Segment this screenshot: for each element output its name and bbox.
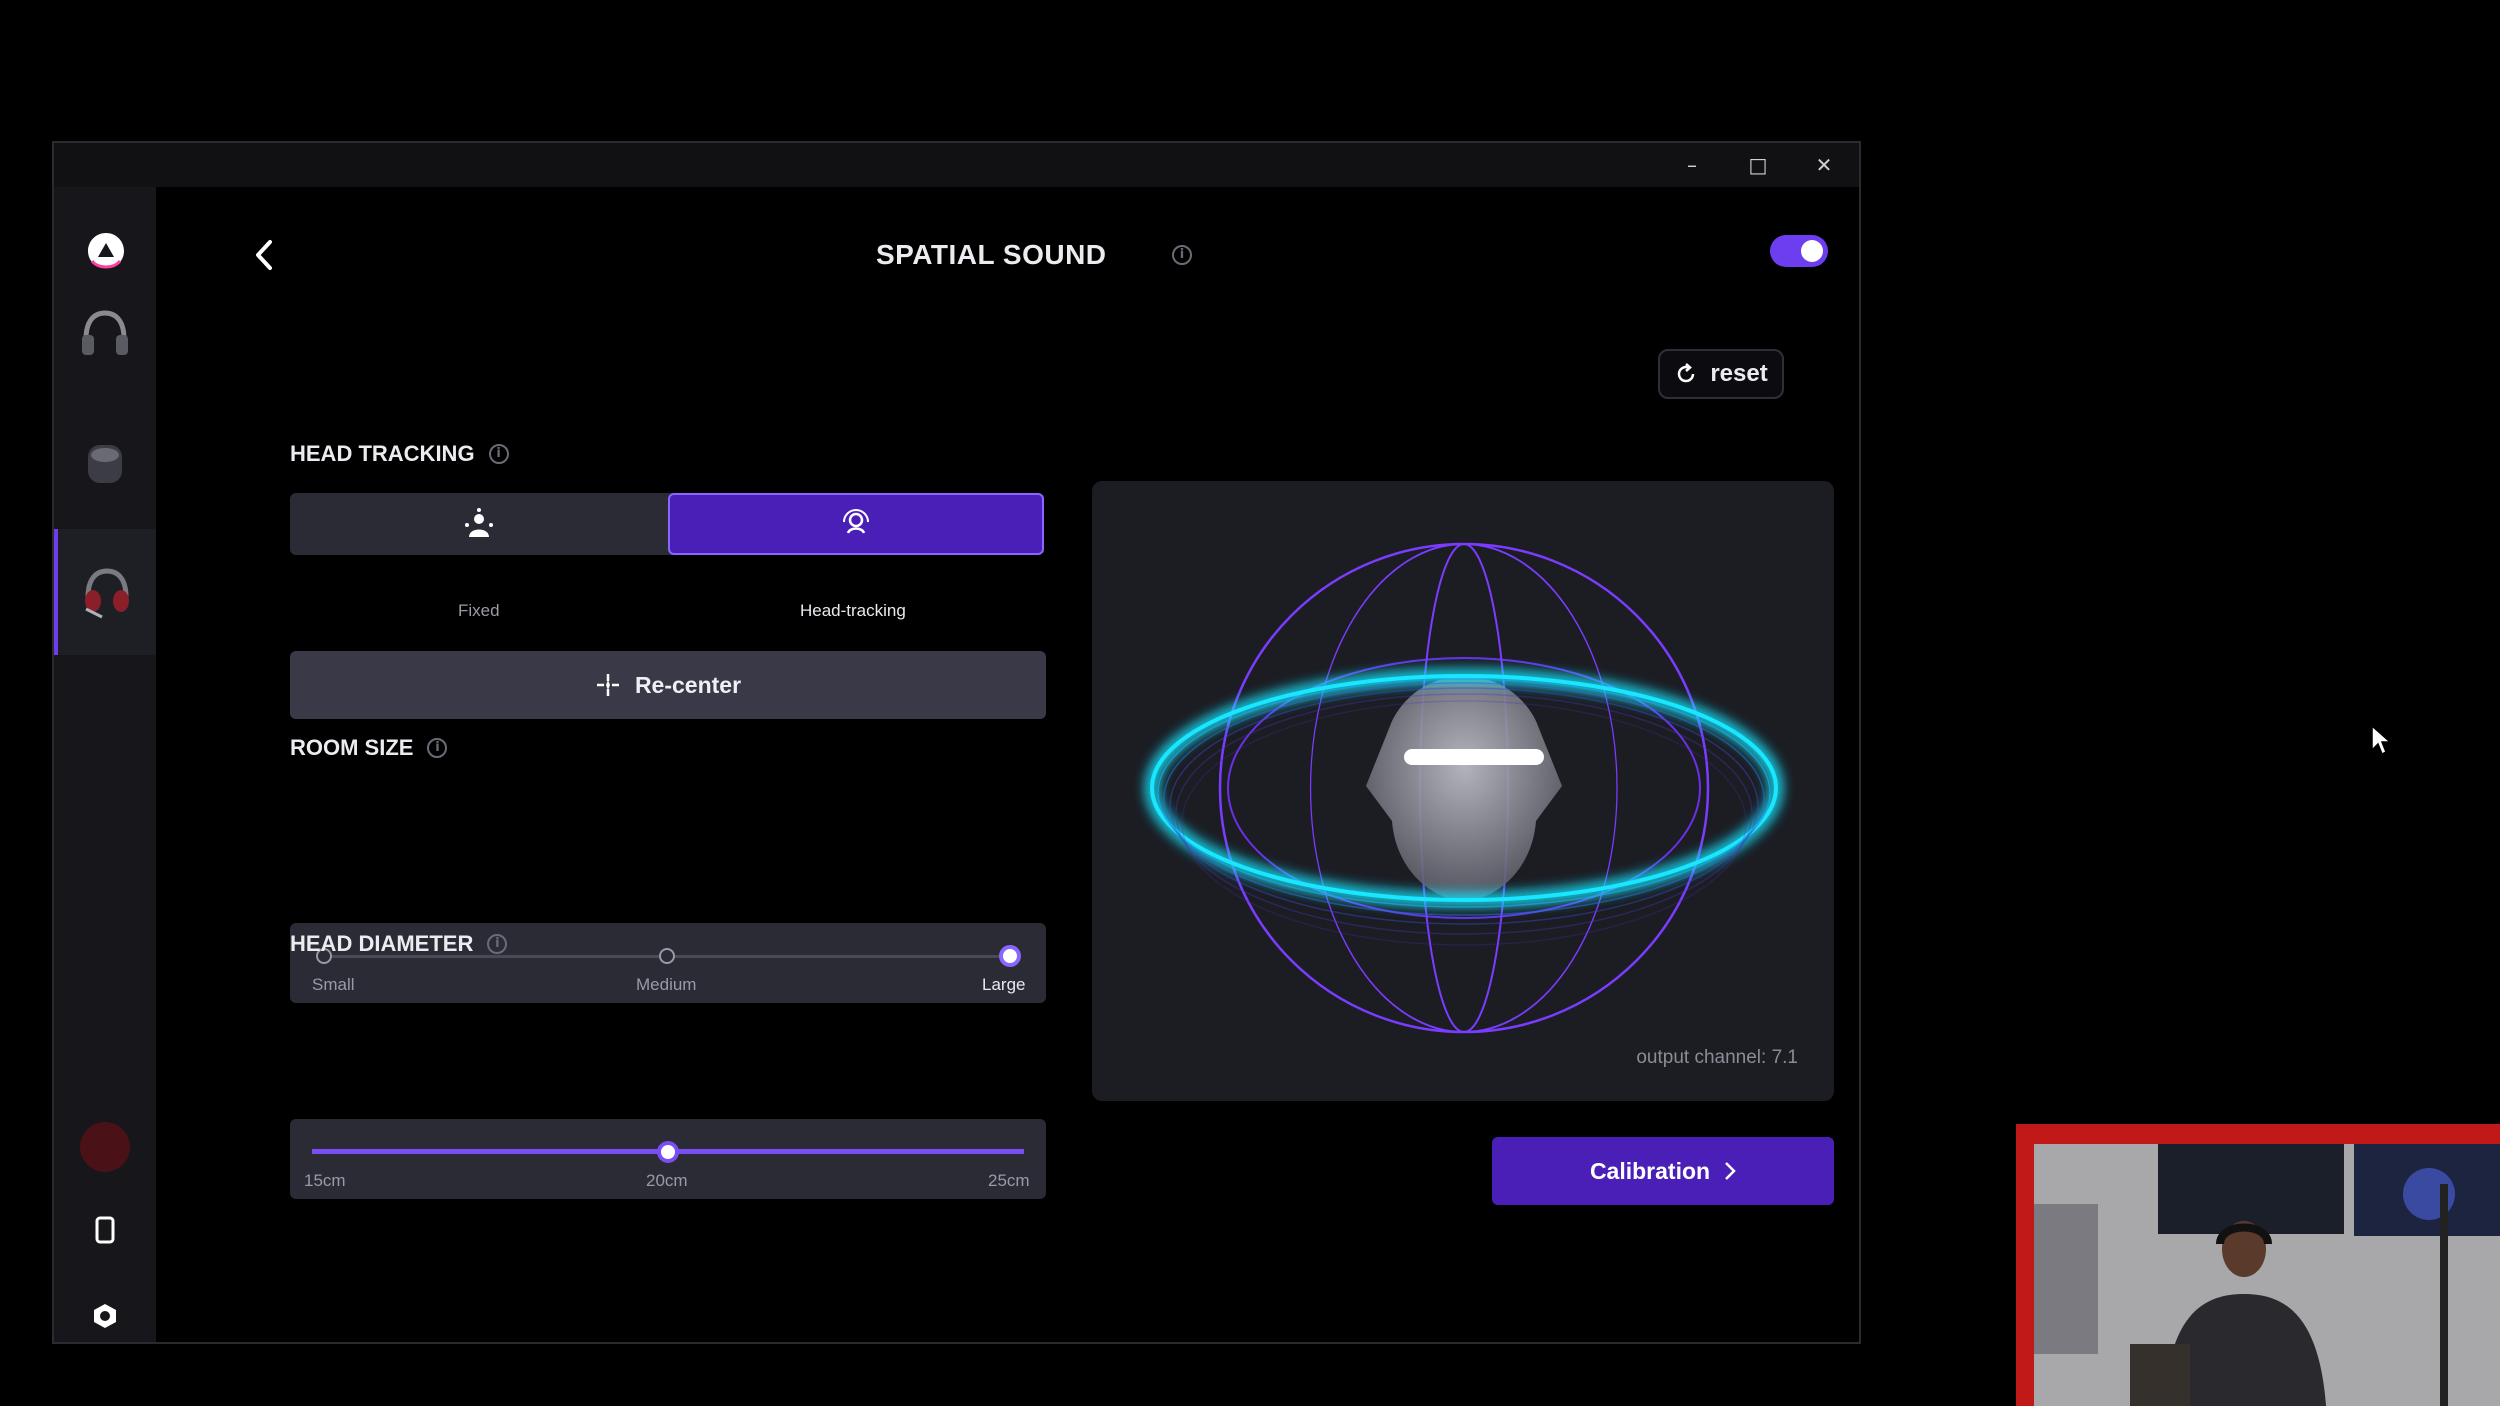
calibration-button[interactable]: Calibration: [1492, 1137, 1834, 1205]
fixed-option[interactable]: [290, 493, 668, 555]
earbuds-icon: [88, 445, 122, 483]
room-size-label: ROOM SIZE: [290, 735, 414, 760]
room-size-stop-medium[interactable]: [659, 948, 675, 964]
room-size-stop-large[interactable]: [999, 945, 1021, 967]
close-icon[interactable]: ✕: [1791, 143, 1857, 187]
head-tracking-selector: [290, 493, 1044, 555]
spatial-visualizer: output channel: 7.1: [1092, 481, 1834, 1101]
head-tracking-heading: HEAD TRACKING i: [290, 441, 509, 467]
info-icon[interactable]: i: [427, 738, 448, 758]
room-size-label-small: Small: [312, 975, 355, 994]
title-bar: – □ ✕: [54, 143, 1859, 187]
output-channel-text: output channel: 7.1: [1636, 1047, 1798, 1068]
recenter-label: Re-center: [634, 671, 742, 698]
info-icon[interactable]: i: [487, 934, 508, 954]
calibration-label: Calibration: [1589, 1157, 1711, 1184]
fixed-caption: Fixed: [458, 601, 500, 620]
sidebar-item-headset[interactable]: [54, 529, 156, 655]
head-diameter-max-label: 25cm: [988, 1171, 1030, 1190]
head-tracking-option[interactable]: [668, 493, 1044, 555]
head-tracking-caption: Head-tracking: [800, 601, 906, 620]
phone-icon[interactable]: [82, 1207, 128, 1253]
sphere-visualization: [1145, 542, 1783, 1034]
head-tracking-label: HEAD TRACKING: [290, 441, 475, 466]
sidebar-item-headphones[interactable]: [54, 269, 156, 395]
head-model: [1366, 676, 1562, 901]
room-size-label-large: Large: [982, 975, 1026, 994]
info-icon[interactable]: i: [488, 444, 509, 464]
crosshair-icon: [596, 674, 619, 696]
headset-icon: [85, 568, 129, 619]
profile-dot[interactable]: [80, 1122, 130, 1172]
reset-button[interactable]: reset: [1658, 349, 1784, 399]
back-button[interactable]: [246, 235, 282, 275]
chevron-left-icon: [256, 240, 272, 270]
main-panel: SPATIAL SOUND i reset HEAD TRACKING i Fi…: [158, 187, 1859, 1342]
sidebar-item-earbuds[interactable]: [54, 399, 156, 525]
headphones-icon: [82, 310, 128, 355]
room-size-heading: ROOM SIZE i: [290, 735, 448, 761]
toggle-knob: [1801, 240, 1823, 262]
head-diameter-heading: HEAD DIAMETER i: [290, 931, 508, 957]
chevron-right-icon: [1725, 1162, 1736, 1180]
room-size-label-medium: Medium: [636, 975, 697, 994]
head-diameter-thumb[interactable]: [657, 1141, 679, 1163]
settings-icon[interactable]: [82, 1293, 128, 1339]
head-diameter-min-label: 15cm: [304, 1171, 346, 1190]
reset-label: reset: [1710, 360, 1768, 387]
spatial-sound-toggle[interactable]: [1770, 235, 1828, 267]
head-diameter-slider[interactable]: 15cm 20cm 25cm: [290, 1119, 1046, 1199]
head-diameter-mid-label: 20cm: [646, 1171, 688, 1190]
app-window: – □ ✕ SPATIAL SOUND i reset HEAD TRACKIN…: [52, 141, 1861, 1344]
head-visor: [1404, 749, 1544, 765]
sidebar: [54, 187, 156, 1342]
fixed-head-icon: [465, 508, 493, 537]
page-title: SPATIAL SOUND: [876, 239, 1107, 270]
maximize-icon[interactable]: □: [1725, 143, 1791, 187]
info-icon[interactable]: i: [1172, 245, 1192, 265]
recenter-button[interactable]: Re-center: [290, 651, 1046, 719]
head-tracking-icon: [843, 509, 869, 534]
reset-icon: [1678, 363, 1695, 383]
webcam-overlay: [2016, 1124, 2500, 1406]
minimize-icon[interactable]: –: [1659, 143, 1725, 187]
head-diameter-label: HEAD DIAMETER: [290, 931, 474, 956]
mouse-cursor-icon: [2371, 724, 2392, 756]
webcam-feed: [2034, 1144, 2500, 1406]
